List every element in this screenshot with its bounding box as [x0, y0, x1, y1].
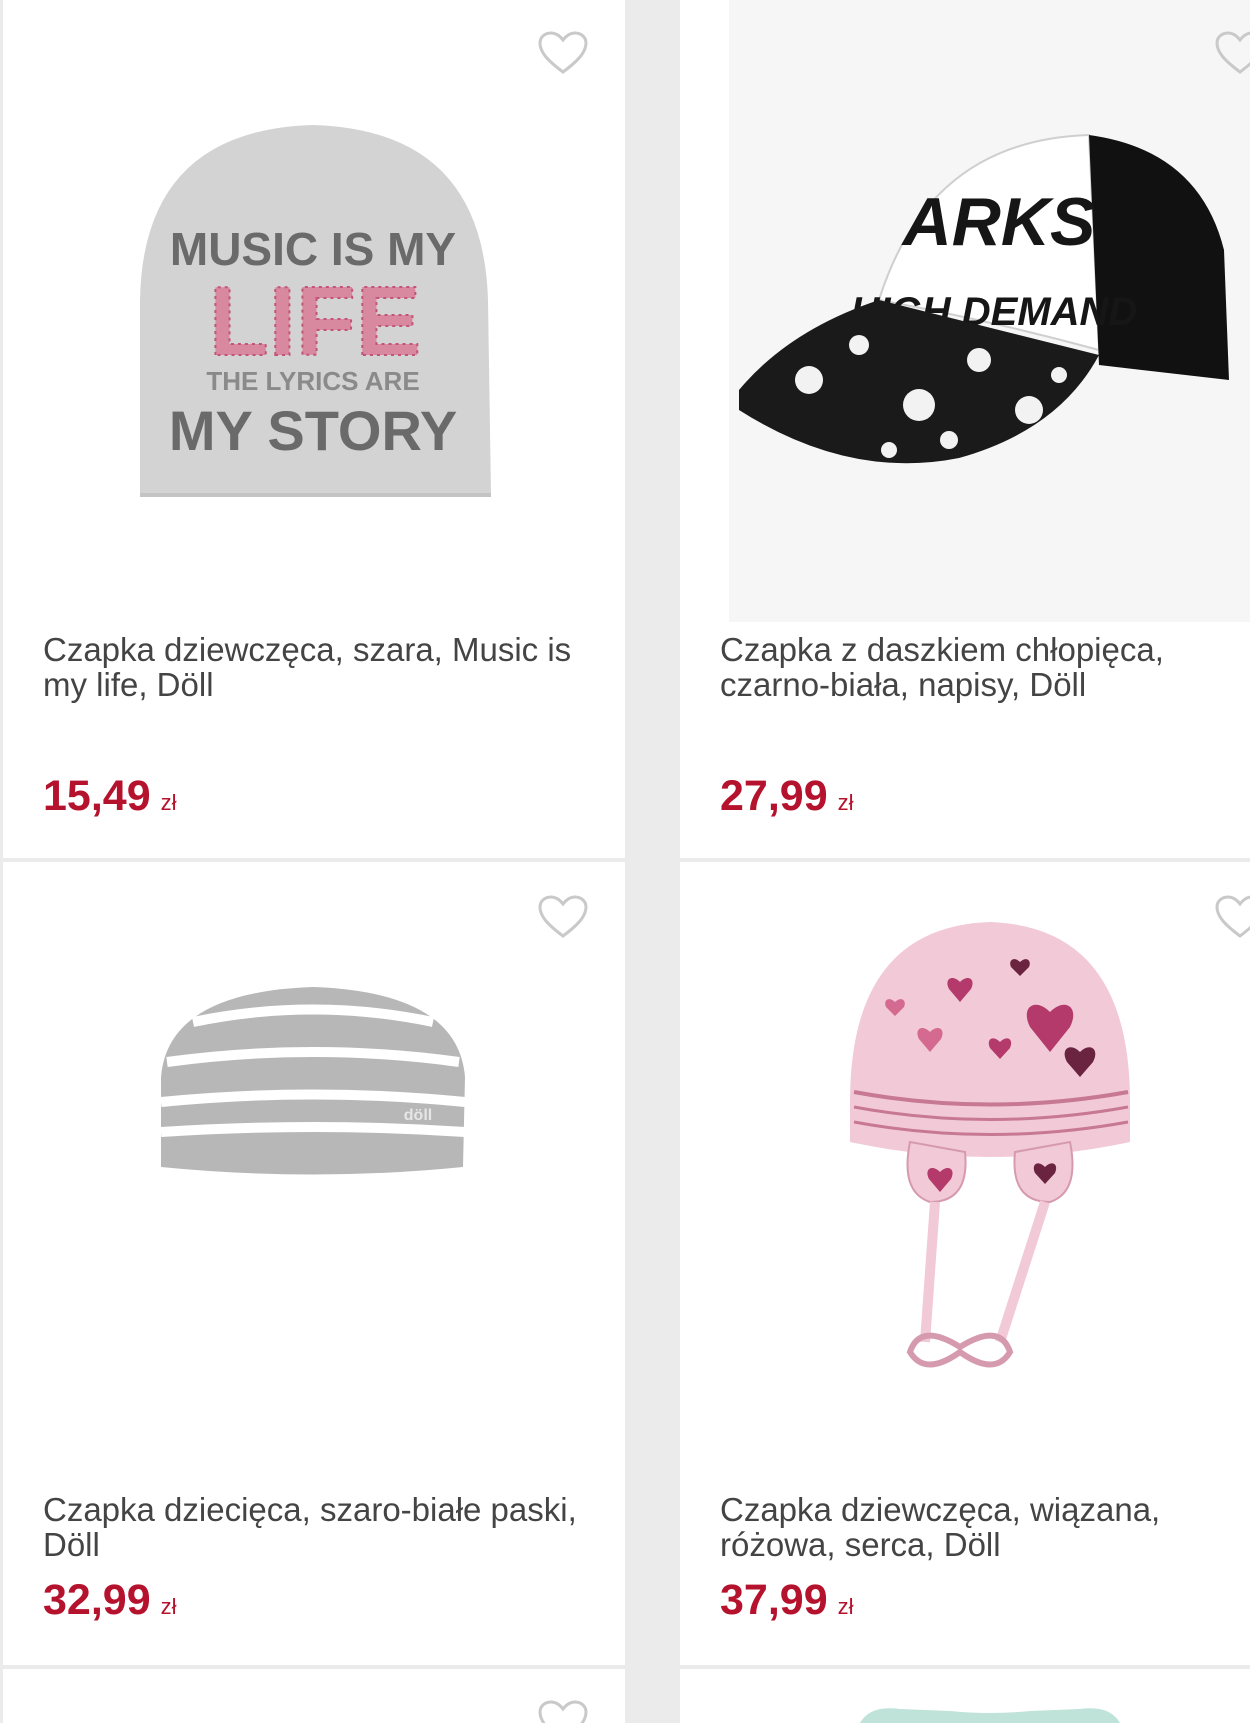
product-title[interactable]: Czapka dziewczęca, wiązana, różowa, serc…: [720, 1492, 1240, 1562]
product-image[interactable]: ARKS HIGH DEMAND: [729, 0, 1250, 622]
print-line-2: LIFE: [209, 266, 421, 376]
product-card[interactable]: ARKS HIGH DEMAND Czapka z daszkiem chłop…: [680, 0, 1250, 858]
product-image[interactable]: [840, 1705, 1140, 1723]
product-title[interactable]: Czapka dziecięca, szaro-białe paski, Döl…: [43, 1492, 585, 1562]
favorite-heart-icon[interactable]: [1214, 30, 1250, 76]
favorite-heart-icon[interactable]: [537, 30, 589, 76]
print-line-3: THE LYRICS ARE: [206, 366, 419, 396]
product-card[interactable]: Czapka dziewczęca, wiązana, różowa, serc…: [680, 862, 1250, 1665]
product-price: 15,49 zł: [43, 772, 177, 821]
product-title[interactable]: Czapka dziewczęca, szara, Music is my li…: [43, 632, 585, 702]
print-line-4: MY STORY: [169, 399, 457, 462]
product-card[interactable]: MUSIC IS MY LIFE THE LYRICS ARE MY STORY…: [3, 0, 625, 858]
price-amount: 15,49: [43, 772, 151, 820]
price-currency: zł: [837, 790, 854, 815]
product-price: 37,99 zł: [720, 1576, 854, 1625]
price-amount: 32,99: [43, 1576, 151, 1624]
print-line-1: ARKS: [901, 184, 1096, 260]
price-amount: 27,99: [720, 772, 828, 820]
product-card[interactable]: [3, 1669, 625, 1723]
product-card[interactable]: döll Czapka dziecięca, szaro-białe paski…: [3, 862, 625, 1665]
product-title[interactable]: Czapka z daszkiem chłopięca, czarno-biał…: [720, 632, 1240, 702]
product-grid: MUSIC IS MY LIFE THE LYRICS ARE MY STORY…: [0, 0, 1250, 1723]
price-amount: 37,99: [720, 1576, 828, 1624]
product-image[interactable]: döll: [153, 982, 473, 1182]
favorite-heart-icon[interactable]: [1214, 894, 1250, 940]
product-price: 27,99 zł: [720, 772, 854, 821]
price-currency: zł: [160, 790, 177, 815]
product-card[interactable]: [680, 1669, 1250, 1723]
favorite-heart-icon[interactable]: [537, 1699, 589, 1723]
product-image[interactable]: MUSIC IS MY LIFE THE LYRICS ARE MY STORY: [103, 90, 523, 540]
product-image[interactable]: [840, 902, 1140, 1402]
price-currency: zł: [837, 1594, 854, 1619]
product-price: 32,99 zł: [43, 1576, 177, 1625]
print-line-1: döll: [404, 1107, 432, 1124]
favorite-heart-icon[interactable]: [537, 894, 589, 940]
price-currency: zł: [160, 1594, 177, 1619]
